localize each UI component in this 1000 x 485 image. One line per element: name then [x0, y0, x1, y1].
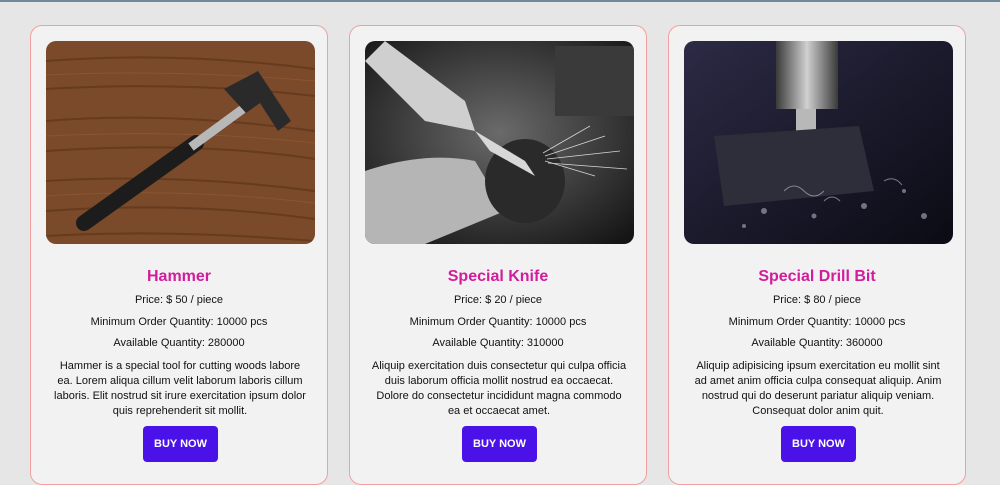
drill-bit-image	[684, 41, 953, 244]
product-card: Special Knife Price: $ 20 / piece Minimu…	[349, 25, 647, 485]
buy-now-button[interactable]: BUY NOW	[462, 426, 537, 462]
top-border	[0, 0, 1000, 2]
buy-now-button[interactable]: BUY NOW	[143, 426, 218, 462]
product-grid: Hammer Price: $ 50 / piece Minimum Order…	[30, 25, 972, 485]
buy-now-button[interactable]: BUY NOW	[781, 426, 856, 462]
product-available: Available Quantity: 280000	[113, 337, 245, 349]
product-description: Hammer is a special tool for cutting woo…	[54, 360, 306, 417]
product-price: Price: $ 80 / piece	[772, 294, 862, 306]
product-price: Price: $ 50 / piece	[134, 294, 224, 306]
product-description: Aliquip adipisicing ipsum exercitation e…	[694, 360, 942, 417]
product-description: Aliquip exercitation duis consectetur qu…	[371, 360, 627, 417]
product-title: Special Knife	[447, 268, 549, 285]
hammer-image	[46, 41, 315, 244]
product-title: Hammer	[146, 268, 212, 285]
product-available: Available Quantity: 360000	[751, 337, 883, 349]
product-card: Special Drill Bit Price: $ 80 / piece Mi…	[668, 25, 966, 485]
knife-image	[365, 41, 634, 244]
product-min-order: Minimum Order Quantity: 10000 pcs	[409, 316, 587, 328]
product-card: Hammer Price: $ 50 / piece Minimum Order…	[30, 25, 328, 485]
product-price: Price: $ 20 / piece	[453, 294, 543, 306]
product-min-order: Minimum Order Quantity: 10000 pcs	[728, 316, 906, 328]
product-title: Special Drill Bit	[758, 268, 876, 285]
product-available: Available Quantity: 310000	[432, 337, 564, 349]
product-min-order: Minimum Order Quantity: 10000 pcs	[90, 316, 268, 328]
